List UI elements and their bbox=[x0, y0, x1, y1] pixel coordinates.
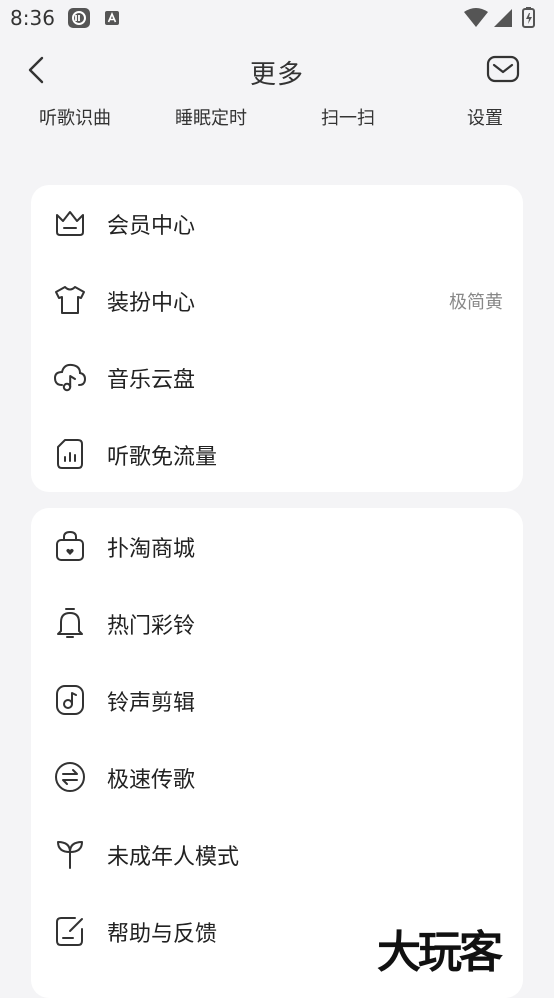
menu-item-label: 装扮中心 bbox=[107, 291, 196, 316]
menu-item-vip-center[interactable]: 会员中心 bbox=[31, 193, 523, 253]
menu-item-free-data[interactable]: 听歌免流量 bbox=[31, 424, 523, 484]
page-title: 更多 bbox=[249, 60, 304, 90]
menu-item-teen-mode[interactable]: 未成年人模式 bbox=[31, 824, 523, 884]
menu-item-ringback-tones[interactable]: 热门彩铃 bbox=[31, 593, 523, 653]
menu-item-label: 扑淘商城 bbox=[107, 537, 196, 562]
menu-item-label: 会员中心 bbox=[107, 214, 196, 239]
menu-item-label: 热门彩铃 bbox=[107, 614, 196, 639]
mail-button[interactable] bbox=[486, 54, 520, 84]
bell-icon bbox=[53, 606, 87, 640]
crown-icon bbox=[53, 206, 87, 240]
battery-charging-icon bbox=[522, 7, 535, 28]
notification-app-icon bbox=[67, 7, 91, 29]
menu-item-mall[interactable]: 扑淘商城 bbox=[31, 516, 523, 576]
menu-item-fast-transfer[interactable]: 极速传歌 bbox=[31, 747, 523, 807]
menu-item-label: 未成年人模式 bbox=[107, 845, 240, 870]
feedback-icon bbox=[53, 914, 87, 948]
watermark: 大玩客 bbox=[377, 927, 503, 978]
transfer-icon bbox=[53, 760, 87, 794]
notification-a-icon bbox=[104, 10, 120, 26]
menu-item-ringtone-editor[interactable]: 铃声剪辑 bbox=[31, 670, 523, 730]
header: 更多 bbox=[0, 44, 554, 104]
mail-icon bbox=[486, 55, 520, 83]
menu-item-label: 音乐云盘 bbox=[107, 368, 196, 393]
status-bar: 8:36 bbox=[0, 0, 554, 36]
current-theme-value: 极简黄 bbox=[449, 292, 503, 313]
menu-card-primary: 会员中心 装扮中心 极简黄 音乐云盘 听歌免流量 bbox=[31, 185, 523, 492]
music-note-icon bbox=[53, 683, 87, 717]
menu-item-label: 铃声剪辑 bbox=[107, 691, 196, 716]
menu-item-label: 听歌免流量 bbox=[107, 445, 218, 470]
shirt-icon bbox=[53, 283, 87, 317]
sprout-icon bbox=[53, 837, 87, 871]
signal-icon bbox=[494, 9, 512, 27]
quick-action-song-recognition[interactable]: 听歌识曲 bbox=[15, 104, 135, 130]
shopping-bag-icon bbox=[53, 529, 87, 563]
menu-item-theme-center[interactable]: 装扮中心 极简黄 bbox=[31, 270, 523, 330]
menu-item-cloud-drive[interactable]: 音乐云盘 bbox=[31, 347, 523, 407]
wifi-icon bbox=[464, 8, 488, 27]
sim-data-icon bbox=[53, 437, 87, 471]
quick-action-settings[interactable]: 设置 bbox=[425, 104, 545, 130]
menu-item-label: 帮助与反馈 bbox=[107, 922, 218, 947]
cloud-music-icon bbox=[53, 360, 87, 394]
menu-item-label: 极速传歌 bbox=[107, 768, 196, 793]
quick-action-scan[interactable]: 扫一扫 bbox=[288, 104, 408, 130]
status-indicators bbox=[462, 6, 542, 30]
status-time: 8:36 bbox=[10, 6, 55, 30]
quick-actions: 听歌识曲 睡眠定时 扫一扫 设置 bbox=[0, 104, 554, 134]
quick-action-sleep-timer[interactable]: 睡眠定时 bbox=[151, 104, 271, 130]
